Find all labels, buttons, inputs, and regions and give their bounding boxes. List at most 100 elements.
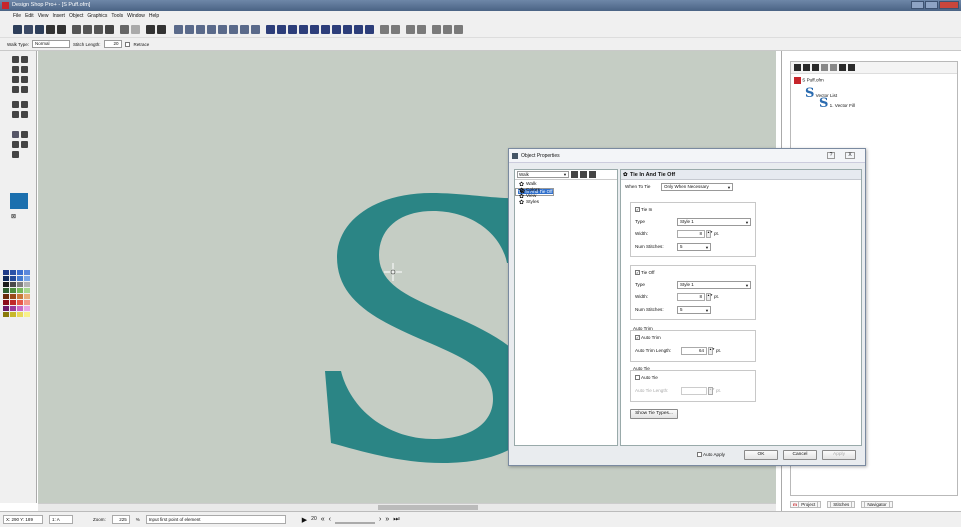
minimize-button[interactable] [911, 1, 924, 9]
tree-item-styles[interactable]: ✿ Styles [515, 200, 617, 206]
freehand-tool-icon[interactable] [21, 66, 28, 73]
reshape-tool-icon[interactable] [21, 56, 28, 63]
palette-swatch[interactable] [17, 312, 23, 317]
zoom-window-icon[interactable] [196, 24, 205, 34]
text-tool-icon[interactable] [21, 76, 28, 83]
run-tool-icon[interactable] [12, 111, 19, 118]
cut-icon[interactable] [72, 24, 81, 34]
tie-off-type-select[interactable]: Style 1 ▼ [677, 281, 751, 289]
tie-in-num-stitches-select[interactable]: 5 ▼ [677, 243, 711, 251]
stitch-length-input[interactable]: 20 [103, 40, 122, 48]
dialog-help-button[interactable]: ? [827, 152, 835, 159]
menu-object[interactable]: Object [69, 11, 83, 21]
3d-view-icon[interactable] [354, 24, 363, 34]
palette-swatch[interactable] [24, 270, 30, 275]
palette-swatch[interactable] [24, 294, 30, 299]
node-tool-icon[interactable] [12, 131, 19, 138]
bean-tool-icon[interactable] [12, 101, 19, 108]
auto-tie-checkbox-row[interactable]: Auto Tie [635, 375, 658, 381]
undo-icon[interactable] [120, 24, 129, 34]
tie-off-checkbox-row[interactable]: ✓ Tie Off [635, 270, 655, 276]
pen-tool-icon[interactable] [12, 66, 19, 73]
palette-swatch[interactable] [10, 270, 16, 275]
tie-in-checkbox-row[interactable]: ✓ Tie In [635, 207, 652, 213]
tree-vector-fill-row[interactable]: S 1. Vector Fill [819, 96, 855, 111]
palette-swatch[interactable] [24, 282, 30, 287]
end-icon[interactable]: ⏭ [393, 516, 399, 524]
palette-swatch[interactable] [10, 306, 16, 311]
palette-swatch[interactable] [3, 312, 9, 317]
zoom-tool-icon[interactable] [12, 141, 19, 148]
zoom-out-icon[interactable] [185, 24, 194, 34]
menu-insert[interactable]: Insert [52, 11, 65, 21]
project-remove-icon[interactable] [830, 64, 837, 71]
palette-swatch[interactable] [10, 288, 16, 293]
tie-off-num-stitches-select[interactable]: 5 ▼ [677, 306, 711, 314]
palette-swatch[interactable] [17, 276, 23, 281]
monogram-icon[interactable] [391, 24, 400, 34]
palette-swatch[interactable] [17, 300, 23, 305]
applique-tool-icon[interactable] [21, 111, 28, 118]
edit-tool-icon[interactable] [21, 86, 28, 93]
palette-swatch[interactable] [10, 294, 16, 299]
auto-apply-row[interactable]: Auto Apply [697, 452, 725, 458]
save-icon[interactable] [35, 24, 44, 34]
palette-swatch[interactable] [10, 282, 16, 287]
palette-swatch[interactable] [3, 306, 9, 311]
retrace-checkbox[interactable] [124, 41, 130, 47]
print-preview-icon[interactable] [146, 24, 155, 34]
project-add-icon[interactable] [821, 64, 828, 71]
auto-tie-checkbox[interactable] [635, 375, 640, 381]
zoom-all-icon[interactable] [251, 24, 260, 34]
close-window-button[interactable] [939, 1, 959, 9]
auto-trim-length-spinner[interactable]: ▲▼ [708, 347, 715, 355]
line-tool-icon[interactable] [266, 24, 275, 34]
palette-swatch[interactable] [17, 294, 23, 299]
menu-graphics[interactable]: Graphics [87, 11, 107, 21]
grid-icon[interactable] [288, 24, 297, 34]
apply-button[interactable]: Apply [822, 450, 856, 460]
order-icon[interactable] [454, 24, 463, 34]
new-icon[interactable] [13, 24, 22, 34]
auto-tie-length-input[interactable] [681, 387, 707, 395]
open-icon[interactable] [24, 24, 33, 34]
defaults-icon[interactable] [589, 171, 596, 178]
current-color-swatch[interactable] [10, 193, 28, 209]
align-icon[interactable] [432, 24, 441, 34]
palette-swatch[interactable] [3, 270, 9, 275]
ruler-icon[interactable] [299, 24, 308, 34]
outline-view-icon[interactable] [332, 24, 341, 34]
paste-icon[interactable] [94, 24, 103, 34]
fill-view-icon[interactable] [321, 24, 330, 34]
project-detail-icon[interactable] [848, 64, 855, 71]
menu-help[interactable]: Help [149, 11, 159, 21]
palette-swatch[interactable] [10, 276, 16, 281]
auto-tie-length-spinner[interactable]: ▲▼ [708, 387, 715, 395]
zoom-previous-icon[interactable] [240, 24, 249, 34]
center-icon[interactable] [406, 24, 415, 34]
help-icon[interactable] [157, 24, 166, 34]
fill-tool-icon[interactable] [12, 76, 19, 83]
play-icon[interactable]: ▶ [302, 516, 307, 524]
step-forward-icon[interactable]: › [379, 516, 381, 524]
paste-properties-icon[interactable] [580, 171, 587, 178]
zoom-input[interactable]: 225 [111, 515, 130, 524]
rewind-icon[interactable]: « [321, 516, 325, 524]
tie-in-type-select[interactable]: Style 1 ▼ [677, 218, 751, 226]
tree-file-row[interactable]: S Puff.ofm [794, 77, 824, 84]
knife-tool-icon[interactable] [21, 131, 28, 138]
playback-slider[interactable] [334, 521, 375, 524]
auto-trim-checkbox-row[interactable]: ✓ Auto Trim [635, 335, 661, 341]
zoom-selection-icon[interactable] [229, 24, 238, 34]
pan-tool-icon[interactable] [21, 141, 28, 148]
redo-icon[interactable] [131, 24, 140, 34]
stitch-view-icon[interactable] [310, 24, 319, 34]
step-back-icon[interactable]: ‹ [329, 516, 331, 524]
auto-apply-checkbox[interactable] [697, 452, 702, 458]
select-tool-icon[interactable] [12, 56, 19, 63]
measure-tool-icon[interactable] [12, 151, 19, 158]
ok-button[interactable]: OK [744, 450, 778, 460]
tie-off-width-spinner[interactable]: ▲▼ [706, 293, 713, 301]
palette-swatch[interactable] [17, 282, 23, 287]
cancel-button[interactable]: Cancel [783, 450, 817, 460]
